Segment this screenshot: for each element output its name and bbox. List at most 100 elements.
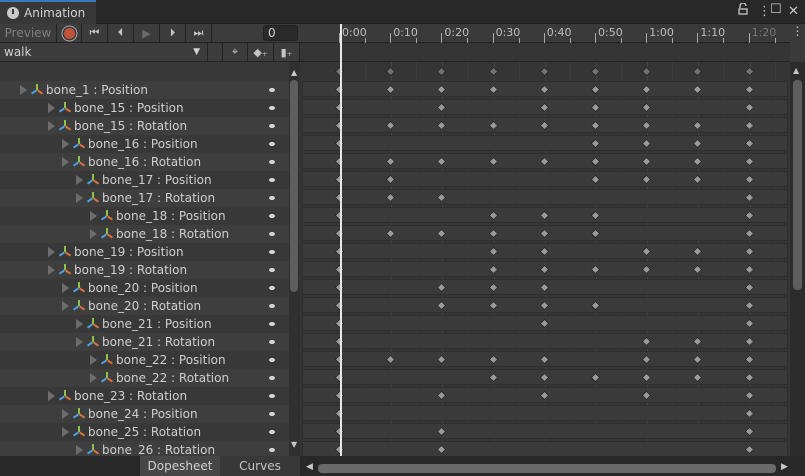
expand-arrow-icon[interactable]: [90, 229, 97, 239]
scroll-left-icon[interactable]: ◀: [306, 462, 313, 472]
visibility-toggle-icon[interactable]: [269, 232, 275, 236]
visibility-toggle-icon[interactable]: [269, 178, 275, 182]
track-item[interactable]: bone_15 : Position: [0, 99, 289, 117]
summary-keyframe[interactable]: [539, 66, 550, 77]
expand-arrow-icon[interactable]: [90, 355, 97, 365]
visibility-toggle-icon[interactable]: [269, 304, 275, 308]
visibility-toggle-icon[interactable]: [269, 106, 275, 110]
clip-dropdown[interactable]: walk ▼: [0, 43, 208, 61]
last-key-button[interactable]: ⏭: [186, 24, 212, 42]
scroll-up-icon[interactable]: ▲: [291, 68, 297, 77]
expand-arrow-icon[interactable]: [90, 211, 97, 221]
play-button[interactable]: ▶: [134, 24, 160, 42]
scroll-down-icon[interactable]: ▼: [291, 440, 297, 449]
timeline-menu-icon[interactable]: ⋮: [790, 24, 805, 62]
track-item[interactable]: bone_21 : Rotation: [0, 333, 289, 351]
expand-arrow-icon[interactable]: [48, 121, 55, 131]
event-track[interactable]: [300, 43, 790, 62]
visibility-toggle-icon[interactable]: [269, 214, 275, 218]
dopesheet-vertical-scrollbar[interactable]: ▲: [790, 62, 805, 456]
prev-key-button[interactable]: ⏴: [108, 24, 134, 42]
track-item[interactable]: bone_21 : Position: [0, 315, 289, 333]
lock-icon[interactable]: [738, 2, 748, 15]
expand-arrow-icon[interactable]: [48, 391, 55, 401]
add-event-button[interactable]: ▮₊: [274, 43, 300, 61]
close-icon[interactable]: ✕: [788, 4, 799, 19]
summary-keyframe[interactable]: [744, 66, 755, 77]
track-item[interactable]: bone_18 : Position: [0, 207, 289, 225]
expand-arrow-icon[interactable]: [48, 265, 55, 275]
filter-selection-button[interactable]: ⌖: [222, 43, 248, 61]
track-item[interactable]: bone_17 : Position: [0, 171, 289, 189]
visibility-toggle-icon[interactable]: [269, 376, 275, 380]
visibility-toggle-icon[interactable]: [269, 124, 275, 128]
summary-keyframe[interactable]: [692, 66, 703, 77]
summary-keyframe[interactable]: [488, 66, 499, 77]
visibility-toggle-icon[interactable]: [269, 142, 275, 146]
track-row[interactable]: [302, 441, 788, 456]
add-keyframe-button[interactable]: ◆₊: [248, 43, 274, 61]
visibility-toggle-icon[interactable]: [269, 394, 275, 398]
visibility-toggle-icon[interactable]: [269, 358, 275, 362]
horizontal-scrollbar-thumb[interactable]: [318, 464, 776, 473]
summary-keyframe[interactable]: [436, 66, 447, 77]
playhead[interactable]: [340, 24, 342, 464]
visibility-toggle-icon[interactable]: [269, 196, 275, 200]
record-button[interactable]: [57, 24, 82, 42]
dopesheet-grid[interactable]: [300, 62, 790, 456]
tab-dopesheet[interactable]: Dopesheet: [140, 456, 220, 476]
track-row[interactable]: [302, 333, 788, 349]
animation-tab[interactable]: Animation: [0, 0, 96, 24]
maximize-icon[interactable]: ☐: [770, 2, 782, 17]
track-item[interactable]: bone_24 : Position: [0, 405, 289, 423]
expand-arrow-icon[interactable]: [62, 139, 69, 149]
track-row[interactable]: [302, 189, 788, 205]
visibility-toggle-icon[interactable]: [269, 322, 275, 326]
expand-arrow-icon[interactable]: [62, 427, 69, 437]
expand-arrow-icon[interactable]: [76, 445, 83, 455]
visibility-toggle-icon[interactable]: [269, 340, 275, 344]
first-key-button[interactable]: ⏮: [82, 24, 108, 42]
expand-arrow-icon[interactable]: [90, 373, 97, 383]
time-ruler[interactable]: 0:00 0:10 0:20 0:30 0:40 0:50 1:00 1:10 1:20: [300, 24, 790, 43]
expand-arrow-icon[interactable]: [76, 175, 83, 185]
visibility-toggle-icon[interactable]: [269, 286, 275, 290]
expand-arrow-icon[interactable]: [62, 283, 69, 293]
visibility-toggle-icon[interactable]: [269, 448, 275, 452]
scroll-right-icon[interactable]: ▶: [781, 462, 788, 472]
expand-arrow-icon[interactable]: [76, 337, 83, 347]
track-item[interactable]: bone_15 : Rotation: [0, 117, 289, 135]
expand-arrow-icon[interactable]: [62, 157, 69, 167]
track-row[interactable]: [302, 423, 788, 439]
expand-arrow-icon[interactable]: [62, 301, 69, 311]
track-item[interactable]: bone_20 : Position: [0, 279, 289, 297]
expand-arrow-icon[interactable]: [76, 319, 83, 329]
summary-keyframe[interactable]: [590, 66, 601, 77]
track-row[interactable]: [302, 171, 788, 187]
visibility-toggle-icon[interactable]: [269, 430, 275, 434]
expand-arrow-icon[interactable]: [48, 247, 55, 257]
track-item[interactable]: bone_20 : Rotation: [0, 297, 289, 315]
tab-curves[interactable]: Curves: [220, 456, 300, 476]
track-item[interactable]: bone_25 : Rotation: [0, 423, 289, 441]
scroll-up-icon[interactable]: ▲: [793, 66, 799, 75]
track-item[interactable]: bone_18 : Rotation: [0, 225, 289, 243]
track-item[interactable]: bone_16 : Rotation: [0, 153, 289, 171]
track-row[interactable]: [302, 135, 788, 151]
track-item[interactable]: bone_19 : Rotation: [0, 261, 289, 279]
track-item[interactable]: bone_17 : Rotation: [0, 189, 289, 207]
scrollbar-thumb[interactable]: [793, 80, 802, 290]
preview-toggle[interactable]: Preview: [0, 24, 57, 42]
track-item[interactable]: bone_22 : Rotation: [0, 369, 289, 387]
track-item[interactable]: bone_22 : Position: [0, 351, 289, 369]
expand-arrow-icon[interactable]: [20, 85, 27, 95]
expand-arrow-icon[interactable]: [48, 103, 55, 113]
visibility-toggle-icon[interactable]: [269, 88, 275, 92]
track-item[interactable]: bone_19 : Position: [0, 243, 289, 261]
frame-field[interactable]: 0: [263, 25, 298, 41]
expand-arrow-icon[interactable]: [62, 409, 69, 419]
summary-keyframe[interactable]: [641, 66, 652, 77]
visibility-toggle-icon[interactable]: [269, 160, 275, 164]
track-item[interactable]: bone_1 : Position: [0, 81, 289, 99]
next-key-button[interactable]: ⏵: [160, 24, 186, 42]
